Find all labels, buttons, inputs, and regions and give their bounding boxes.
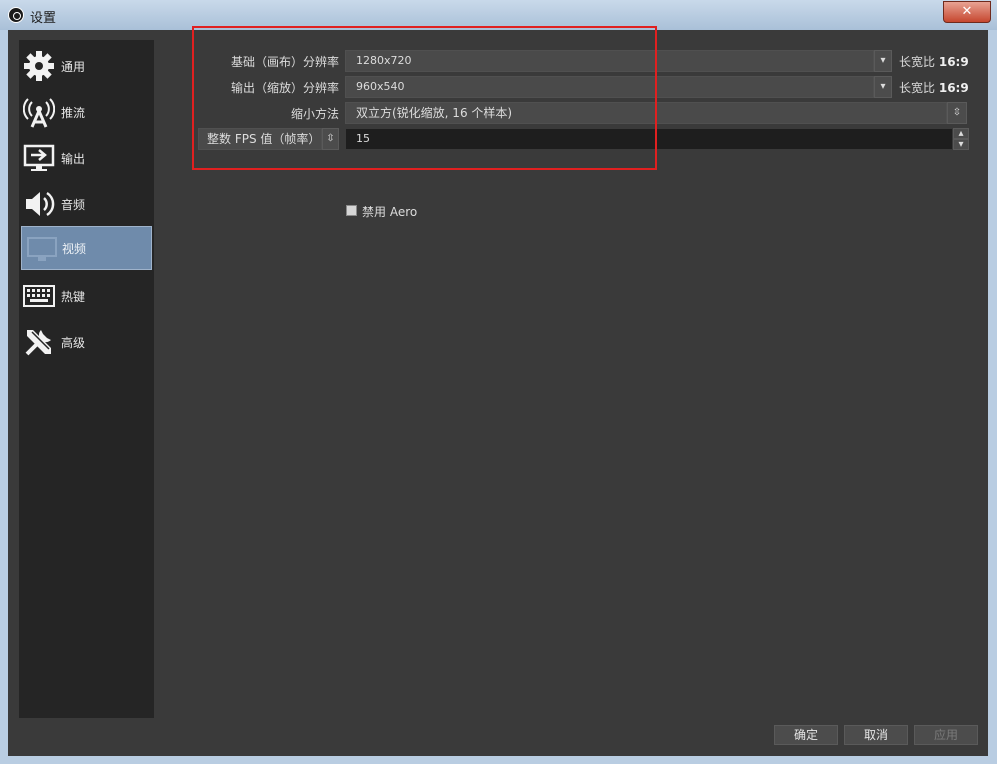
sidebar-item-label: 通用: [61, 60, 86, 74]
antenna-icon: [23, 98, 55, 128]
highlight-box: [192, 26, 657, 170]
settings-content: 通用 推流 输出 音频 视频 热键 高级 基础（画布）分辨率 1280x720 …: [8, 26, 988, 756]
sidebar-item-label: 视频: [62, 242, 87, 256]
sidebar-item-label: 输出: [61, 152, 86, 166]
disable-aero-checkbox[interactable]: [346, 205, 357, 216]
tools-icon: [25, 330, 51, 356]
window-title: 设置: [30, 11, 57, 26]
base-aspect-ratio: 长宽比 16:9: [899, 55, 969, 69]
ok-button[interactable]: 确定: [774, 725, 838, 745]
disable-aero-label: 禁用 Aero: [362, 205, 418, 219]
sidebar-item-label: 热键: [61, 290, 86, 304]
sidebar-item-label: 高级: [61, 336, 86, 350]
obs-logo-icon: [8, 7, 24, 23]
apply-button[interactable]: 应用: [914, 725, 978, 745]
speaker-icon: [26, 191, 55, 217]
cancel-button[interactable]: 取消: [844, 725, 908, 745]
sidebar-item-advanced[interactable]: 高级: [19, 320, 154, 364]
window-frame: 通用 推流 输出 音频 视频 热键 高级 基础（画布）分辨率 1280x720 …: [0, 26, 997, 764]
sidebar: 通用 推流 输出 音频 视频 热键 高级: [19, 40, 154, 718]
chevron-down-icon[interactable]: ▾: [874, 50, 892, 72]
close-button[interactable]: ✕: [943, 1, 991, 23]
sidebar-item-video[interactable]: 视频: [21, 226, 152, 270]
keyboard-icon: [23, 285, 55, 307]
video-settings-panel: 基础（画布）分辨率 1280x720 ▾ 长宽比 16:9 输出（缩放）分辨率 …: [154, 26, 988, 720]
output-monitor-icon: [23, 144, 55, 171]
spin-up-icon[interactable]: ▴: [953, 128, 969, 139]
sidebar-item-audio[interactable]: 音频: [19, 182, 154, 226]
sidebar-item-general[interactable]: 通用: [19, 44, 154, 88]
sidebar-item-label: 音频: [61, 198, 86, 212]
sidebar-item-hotkeys[interactable]: 热键: [19, 274, 154, 318]
gear-icon: [24, 51, 54, 81]
updown-arrows-icon[interactable]: ⇳: [947, 102, 967, 124]
video-monitor-icon: [27, 237, 57, 261]
spin-down-icon[interactable]: ▾: [953, 139, 969, 150]
sidebar-item-output[interactable]: 输出: [19, 136, 154, 180]
sidebar-item-label: 推流: [61, 106, 86, 120]
sidebar-item-stream[interactable]: 推流: [19, 90, 154, 134]
chevron-down-icon[interactable]: ▾: [874, 76, 892, 98]
output-aspect-ratio: 长宽比 16:9: [899, 81, 969, 95]
